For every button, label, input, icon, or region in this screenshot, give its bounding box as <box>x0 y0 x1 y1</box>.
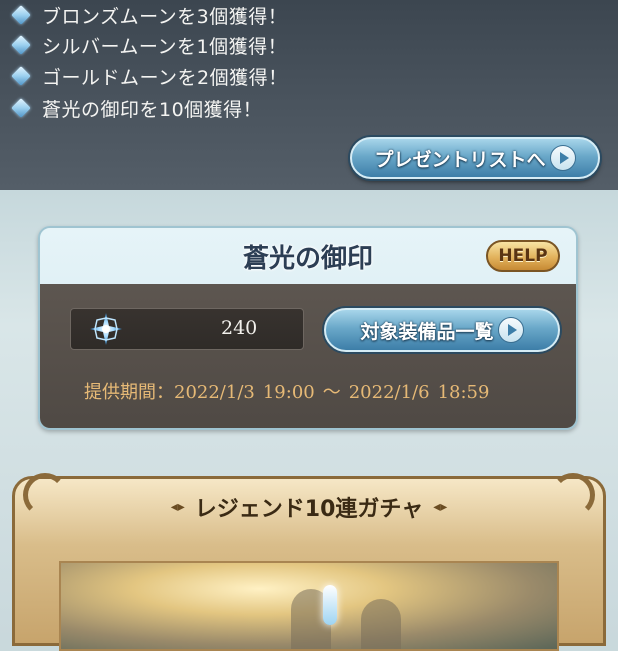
legend-gacha-banner[interactable]: ◂▸ レジェンド10連ガチャ ◂▸ <box>12 473 606 651</box>
equip-button-label: 対象装備品一覧 <box>360 320 494 343</box>
target-equipment-list-button[interactable]: 対象装備品一覧 <box>324 308 560 352</box>
gem-icon <box>11 98 31 118</box>
reward-item: ゴールドムーンを2個獲得！ <box>11 61 288 91</box>
present-list-label: プレゼントリストへ <box>374 148 546 171</box>
seal-count: 240 <box>221 317 258 339</box>
reward-text: ブロンズムーンを3個獲得！ <box>42 5 288 28</box>
decorative-arrows-icon: ◂▸ <box>170 499 185 515</box>
gem-icon <box>11 5 31 25</box>
reward-item: ブロンズムーンを3個獲得！ <box>11 0 288 30</box>
help-button[interactable]: HELP <box>486 240 560 272</box>
reward-text: シルバームーンを1個獲得！ <box>42 35 288 58</box>
play-arrow-icon <box>549 145 576 171</box>
offer-period: 提供期間：2022/1/3 19:00 〜 2022/1/6 18:59 <box>84 378 497 404</box>
period-end-time: 18:59 <box>437 382 490 403</box>
ruin-pillar <box>361 599 401 649</box>
seal-count-box: 240 <box>70 308 304 350</box>
gacha-artwork <box>59 561 559 651</box>
seal-icon <box>90 313 122 345</box>
seal-body: 240 対象装備品一覧 提供期間：2022/1/3 19:00 〜 2022/1/6 1… <box>40 284 576 428</box>
reward-item: シルバームーンを1個獲得！ <box>11 30 288 60</box>
period-end-date: 2022/1/6 <box>348 382 430 403</box>
gem-icon <box>11 66 31 86</box>
period-label: 提供期間：2022/1/3 <box>84 382 255 403</box>
reward-item: 蒼光の御印を10個獲得！ <box>11 93 263 123</box>
period-start-time: 19:00 <box>262 382 315 403</box>
reward-text: 蒼光の御印を10個獲得！ <box>42 98 263 121</box>
present-list-button[interactable]: プレゼントリストへ <box>350 137 600 179</box>
reward-text: ゴールドムーンを2個獲得！ <box>42 66 288 89</box>
period-separator: 〜 <box>322 382 341 403</box>
gem-icon <box>11 35 31 55</box>
play-arrow-icon <box>497 317 524 343</box>
gacha-title-bar: ◂▸ レジェンド10連ガチャ ◂▸ <box>55 487 563 527</box>
crystal-icon <box>323 585 337 625</box>
decorative-arrows-icon: ◂▸ <box>433 499 448 515</box>
rewards-panel: ブロンズムーンを3個獲得！ シルバームーンを1個獲得！ ゴールドムーンを2個獲得… <box>0 0 618 190</box>
seal-card: 蒼光の御印 HELP 240 対象装備品一覧 提供期間：2022/1/3 19:… <box>38 226 578 430</box>
gacha-title: レジェンド10連ガチャ <box>194 497 424 522</box>
